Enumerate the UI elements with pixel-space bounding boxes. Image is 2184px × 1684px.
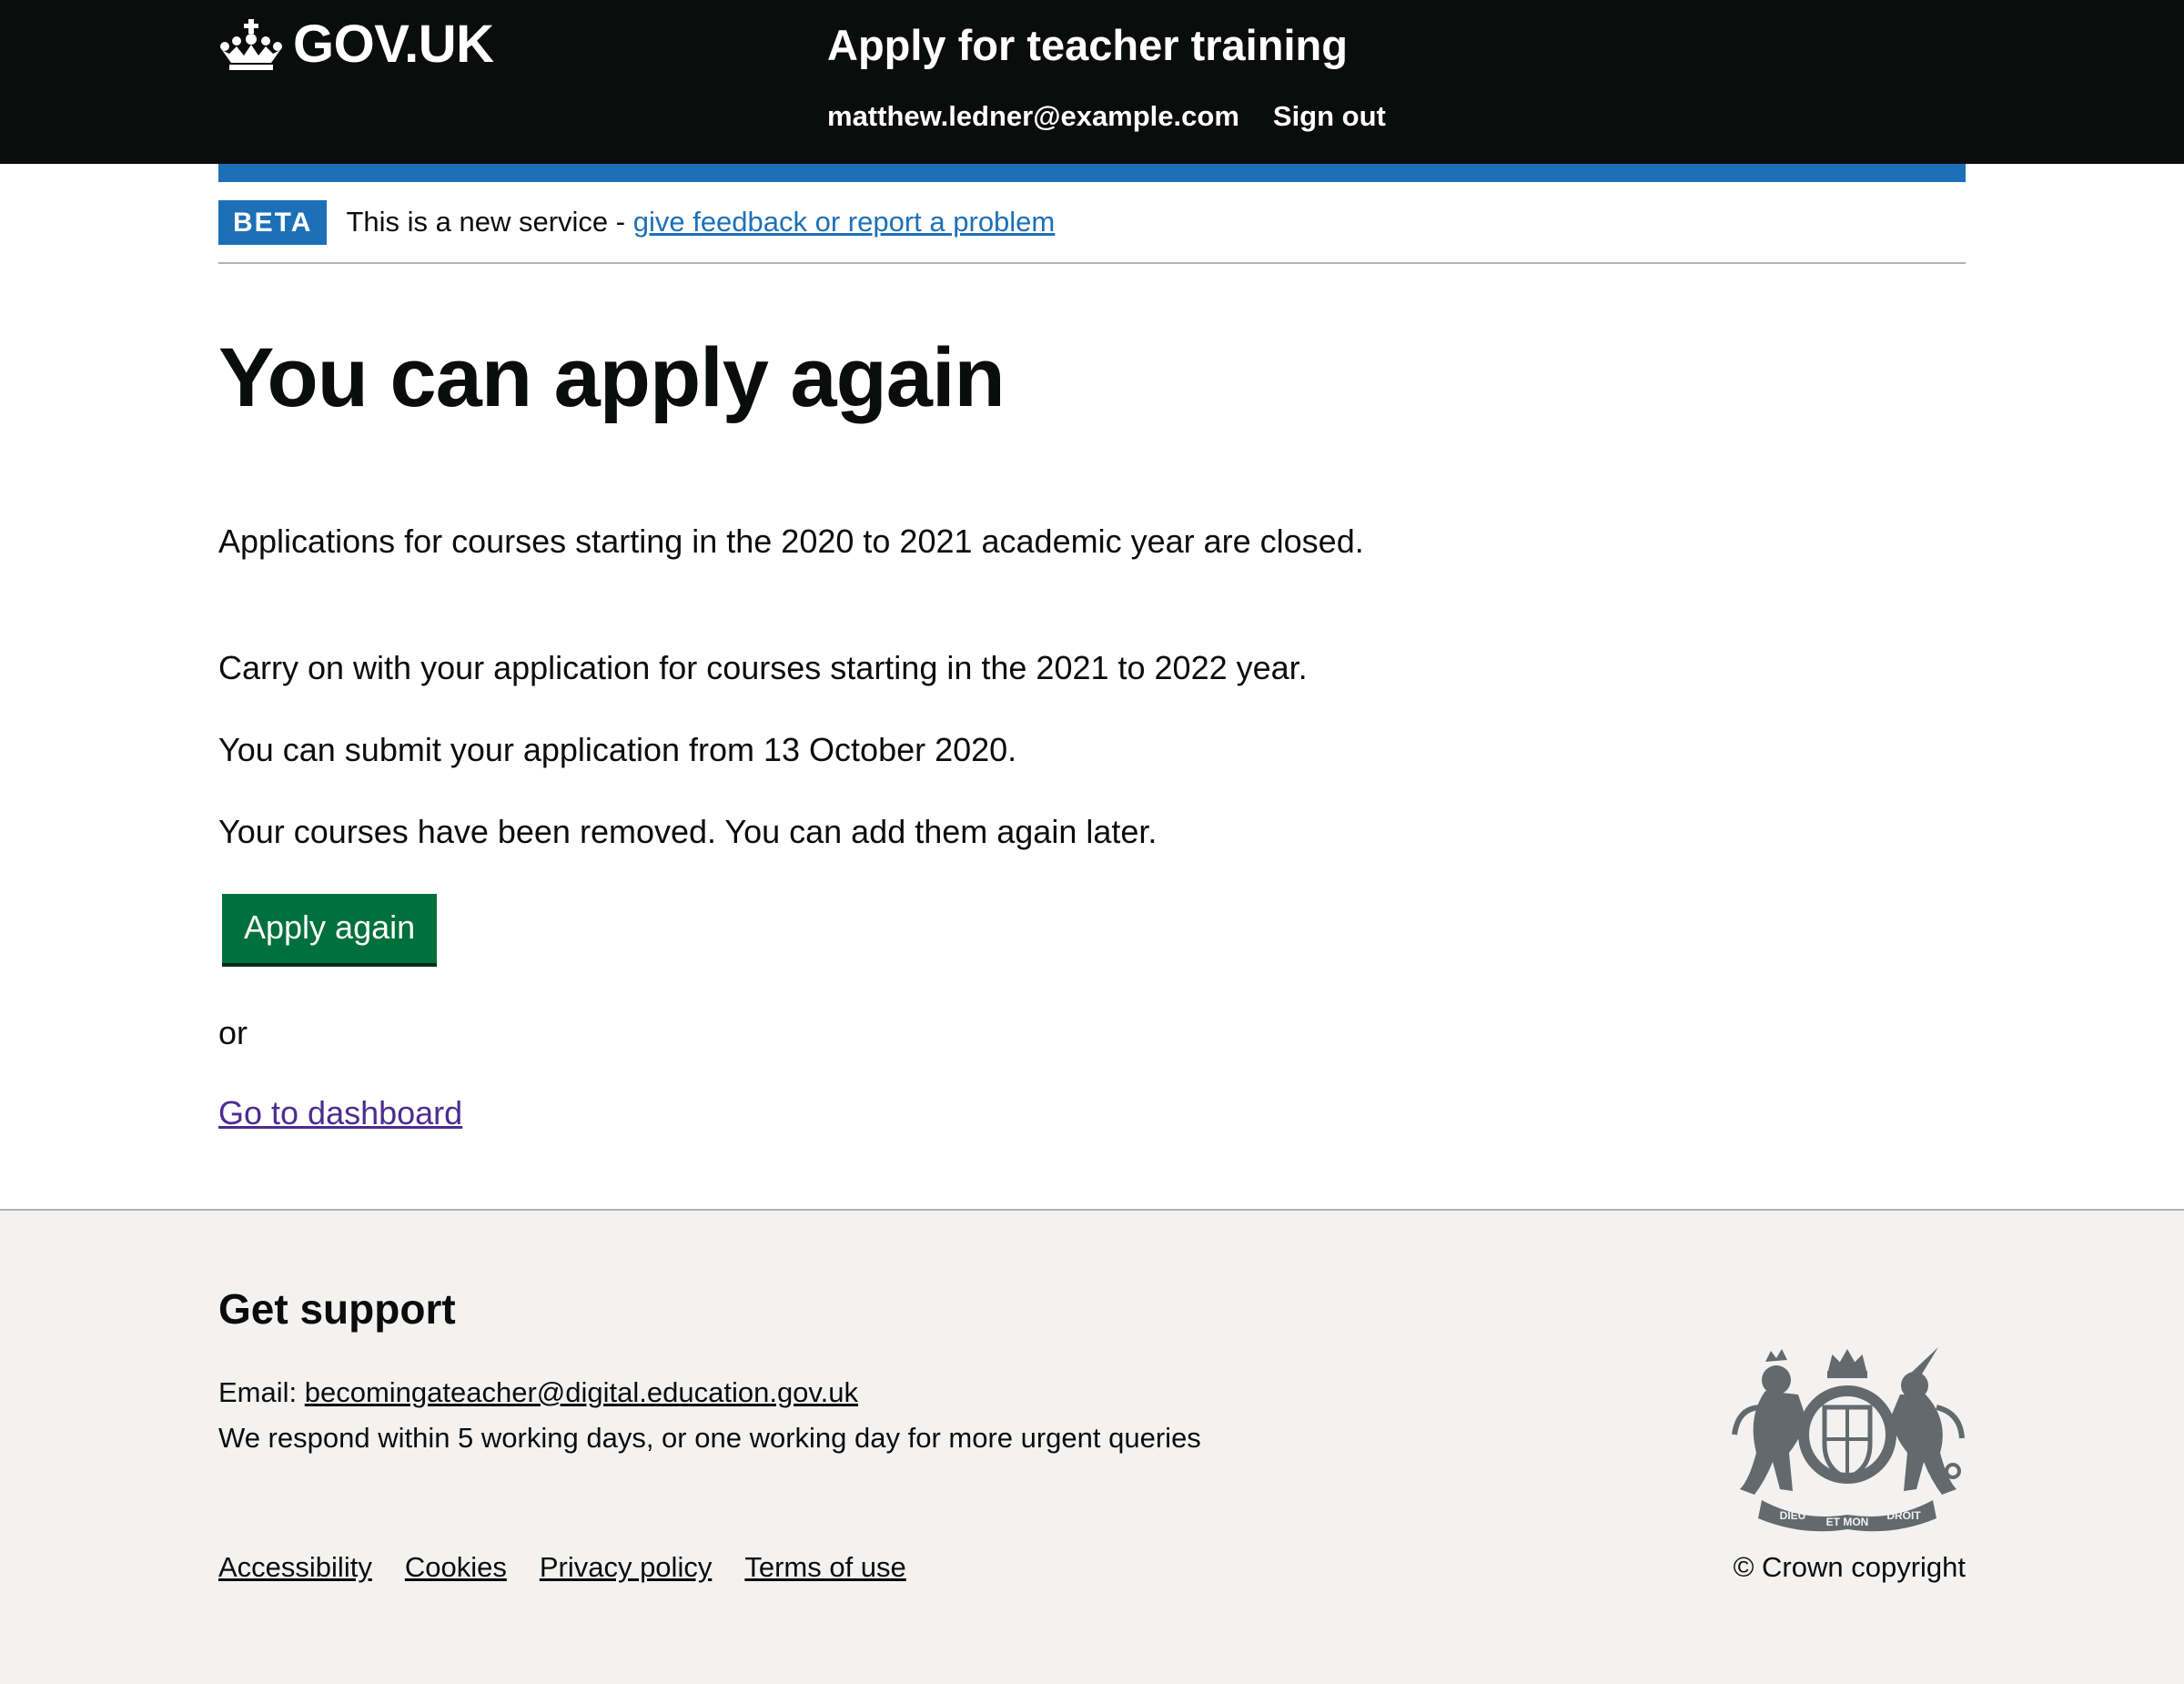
get-support-heading: Get support	[218, 1285, 456, 1333]
cookies-link[interactable]: Cookies	[405, 1547, 507, 1588]
or-text: or	[218, 1014, 248, 1051]
email-label: Email:	[218, 1376, 305, 1408]
site-header: GOV.UK Apply for teacher training matthe…	[0, 0, 2184, 164]
royal-coat-of-arms-icon: DIEU ET MON DROIT	[1729, 1344, 1966, 1539]
footer-links: Accessibility Cookies Privacy policy Ter…	[218, 1547, 906, 1588]
crest-motto-right: DROIT	[1886, 1509, 1921, 1522]
page-title: You can apply again	[218, 331, 1006, 424]
apply-again-button[interactable]: Apply again	[222, 894, 438, 963]
terms-of-use-link[interactable]: Terms of use	[744, 1547, 905, 1588]
beta-tag: BETA	[218, 199, 328, 245]
logo-text: GOV.UK	[293, 15, 494, 74]
phase-banner-message: This is a new service -	[346, 206, 633, 238]
support-email-link[interactable]: becomingateacher@digital.education.gov.u…	[305, 1376, 858, 1408]
support-email-line: Email: becomingateacher@digital.educatio…	[218, 1373, 858, 1413]
header-navigation: matthew.ledner@example.com Sign out	[827, 98, 1386, 135]
account-email-link[interactable]: matthew.ledner@example.com	[827, 98, 1239, 135]
feedback-link[interactable]: give feedback or report a problem	[633, 206, 1056, 238]
crown-icon	[218, 19, 284, 70]
phase-banner: BETA This is a new service - give feedba…	[218, 182, 1966, 264]
accessibility-link[interactable]: Accessibility	[218, 1547, 372, 1588]
phase-banner-text: This is a new service - give feedback or…	[346, 206, 1055, 238]
govuk-logo-link[interactable]: GOV.UK	[218, 15, 494, 74]
privacy-policy-link[interactable]: Privacy policy	[540, 1547, 713, 1588]
response-time-text: We respond within 5 working days, or one…	[218, 1422, 1201, 1454]
crown-copyright-link[interactable]: © Crown copyright	[1734, 1547, 1966, 1588]
go-to-dashboard-link[interactable]: Go to dashboard	[218, 1091, 462, 1136]
closed-notice-paragraph: Applications for courses starting in the…	[218, 522, 1364, 560]
crest-motto-center: ET MON	[1826, 1516, 1869, 1528]
carry-on-paragraph: Carry on with your application for cours…	[218, 649, 1308, 686]
courses-removed-paragraph: Your courses have been removed. You can …	[218, 813, 1158, 850]
submit-date-paragraph: You can submit your application from 13 …	[218, 731, 1017, 768]
main-content: You can apply again Applications for cou…	[218, 328, 1365, 1131]
sign-out-link[interactable]: Sign out	[1273, 98, 1386, 135]
site-footer: Get support Email: becomingateacher@digi…	[0, 1209, 2184, 1684]
header-blue-stripe	[218, 164, 1966, 182]
service-name-link[interactable]: Apply for teacher training	[827, 20, 1348, 71]
crest-motto-left: DIEU	[1780, 1509, 1806, 1522]
